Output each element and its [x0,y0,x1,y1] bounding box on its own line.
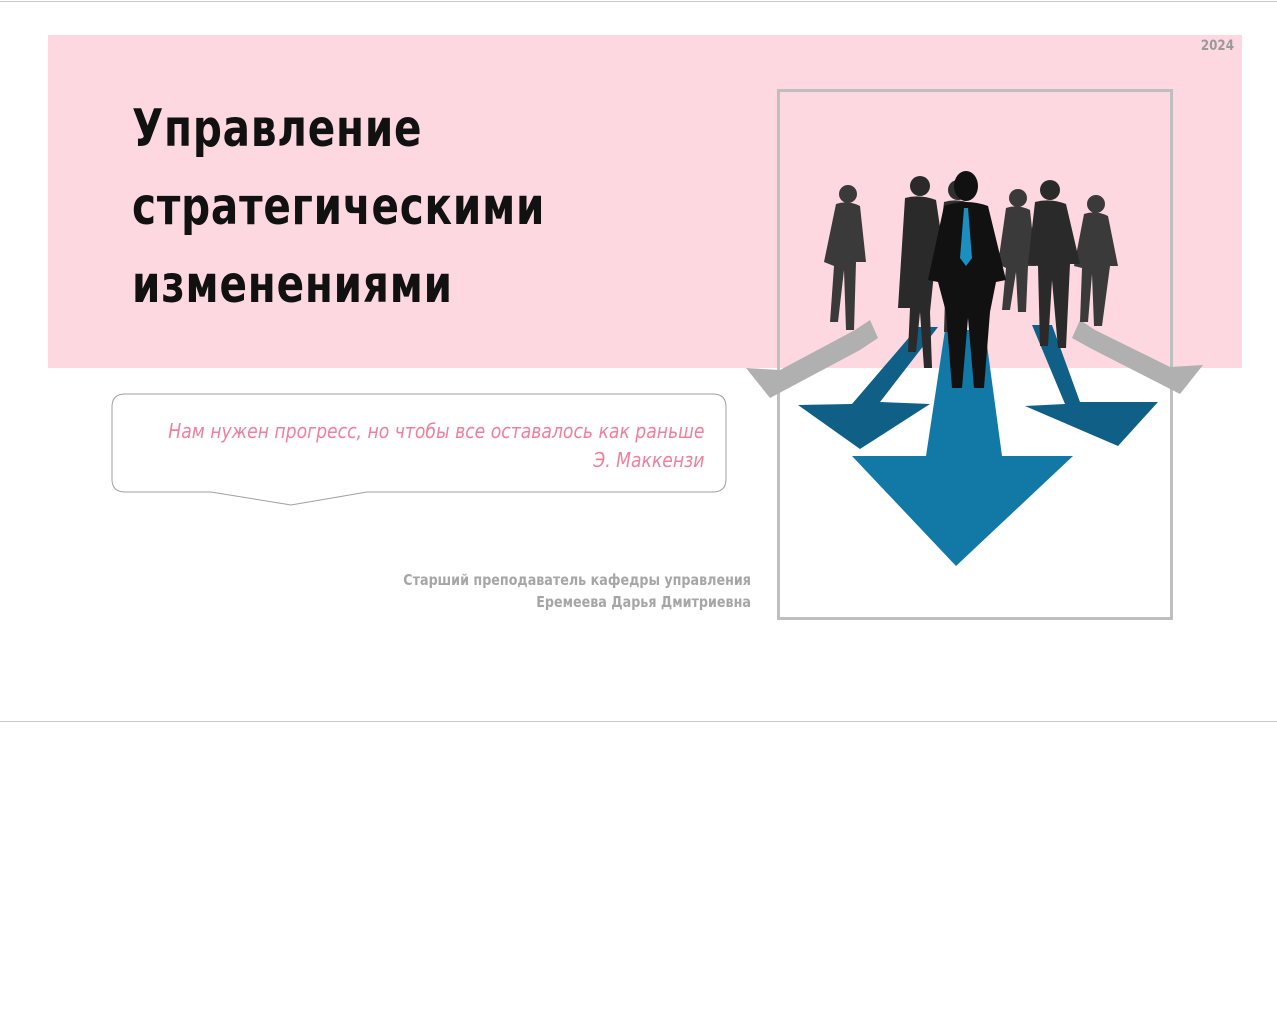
title-line-2: стратегическими [132,177,546,237]
author-position: Старший преподаватель кафедры управления [403,571,751,589]
quote-callout: Нам нужен прогресс, но чтобы все оставал… [111,393,727,506]
author-info: Старший преподаватель кафедры управления… [403,569,751,613]
quote-text: Нам нужен прогресс, но чтобы все оставал… [167,419,704,443]
slide-title: Управление стратегическими изменениями [132,90,545,324]
title-line-1: Управление [132,99,423,159]
title-line-3: изменениями [132,255,453,315]
quote-attribution: Э. Маккензи [592,448,704,472]
business-people-arrows-illustration [746,171,1203,566]
title-slide: 2024 Управление стратегическими изменени… [0,2,1277,721]
quote-text-block: Нам нужен прогресс, но чтобы все оставал… [168,417,704,475]
bottom-divider [0,721,1277,722]
author-name: Еремеева Дарья Дмитриевна [536,593,751,611]
year-label: 2024 [1200,38,1234,54]
